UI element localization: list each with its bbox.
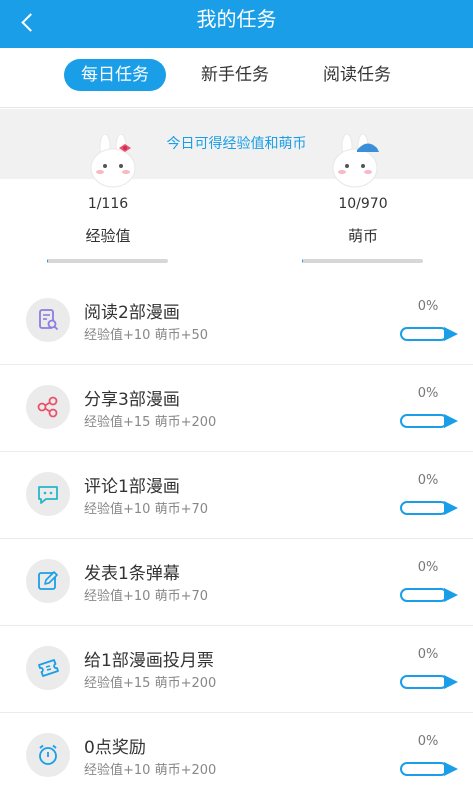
tab-reading-tasks[interactable]: 阅读任务 — [308, 59, 406, 91]
daily-summary: 今日可得经验值和萌币 1/116 经验值 10/970 萌币 — [0, 109, 473, 269]
comment-icon — [26, 472, 70, 516]
arrow-right-icon — [444, 675, 458, 689]
task-reward: 经验值+15 萌币+200 — [84, 415, 217, 430]
document-search-icon — [26, 298, 70, 342]
task-title: 发表1条弹幕 — [84, 564, 180, 584]
task-item-share-comics[interactable]: 分享3部漫画 经验值+15 萌币+200 0% — [0, 365, 473, 452]
task-progress-track — [400, 762, 448, 776]
task-progress-bar[interactable] — [400, 414, 460, 428]
coins-progress-bar — [302, 259, 423, 263]
task-item-comment-comic[interactable]: 评论1部漫画 经验值+10 萌币+70 0% — [0, 452, 473, 539]
task-progress-bar[interactable] — [400, 762, 460, 776]
coins-label: 萌币 — [347, 227, 378, 245]
task-percent: 0% — [417, 473, 439, 488]
tab-newbie-tasks[interactable]: 新手任务 — [186, 59, 284, 91]
task-progress-track — [400, 501, 448, 515]
arrow-right-icon — [444, 414, 458, 428]
task-percent: 0% — [417, 560, 439, 575]
task-item-post-danmaku[interactable]: 发表1条弹幕 经验值+10 萌币+70 0% — [0, 539, 473, 626]
summary-note: 今日可得经验值和萌币 — [166, 136, 307, 152]
task-progress-track — [400, 675, 448, 689]
task-title: 评论1部漫画 — [84, 477, 180, 497]
ticket-icon — [26, 646, 70, 690]
page-title: 我的任务 — [196, 7, 277, 31]
task-tabs: 每日任务 新手任务 阅读任务 — [0, 48, 473, 108]
share-icon — [26, 385, 70, 429]
arrow-right-icon — [444, 762, 458, 776]
experience-value: 1/116 — [87, 196, 129, 212]
tab-daily-tasks[interactable]: 每日任务 — [64, 59, 166, 91]
task-percent: 0% — [417, 734, 439, 749]
experience-label: 经验值 — [85, 227, 131, 245]
task-percent: 0% — [417, 299, 439, 314]
arrow-right-icon — [444, 501, 458, 515]
task-list: 阅读2部漫画 经验值+10 萌币+50 0% 分享3部漫画 经验值+15 萌币+… — [0, 278, 473, 794]
coins-progress-fill — [302, 259, 304, 263]
task-title: 分享3部漫画 — [84, 390, 180, 410]
task-item-monthly-vote[interactable]: 给1部漫画投月票 经验值+15 萌币+200 0% — [0, 626, 473, 713]
task-progress-track — [400, 414, 448, 428]
task-progress-bar[interactable] — [400, 501, 460, 515]
coins-value: 10/970 — [338, 196, 388, 212]
arrow-right-icon — [444, 588, 458, 602]
edit-icon — [26, 559, 70, 603]
task-reward: 经验值+10 萌币+70 — [84, 589, 209, 604]
task-reward: 经验值+10 萌币+200 — [84, 763, 217, 778]
task-progress-bar[interactable] — [400, 327, 460, 341]
arrow-right-icon — [444, 327, 458, 341]
app-header: 我的任务 — [0, 0, 473, 48]
task-item-midnight-reward[interactable]: 0点奖励 经验值+10 萌币+200 0% — [0, 713, 473, 794]
task-title: 给1部漫画投月票 — [84, 651, 214, 671]
task-reward: 经验值+10 萌币+50 — [84, 328, 209, 343]
task-progress-bar[interactable] — [400, 675, 460, 689]
task-percent: 0% — [417, 647, 439, 662]
task-percent: 0% — [417, 386, 439, 401]
alarm-clock-icon — [26, 733, 70, 777]
experience-progress-bar — [47, 259, 168, 263]
task-progress-track — [400, 588, 448, 602]
task-title: 阅读2部漫画 — [84, 303, 180, 323]
task-reward: 经验值+15 萌币+200 — [84, 676, 217, 691]
task-item-read-comics[interactable]: 阅读2部漫画 经验值+10 萌币+50 0% — [0, 278, 473, 365]
experience-progress-fill — [47, 259, 49, 263]
task-reward: 经验值+10 萌币+70 — [84, 502, 209, 517]
bunny-mascot-blue-cap-icon — [332, 134, 379, 188]
bunny-mascot-pink-bow-icon — [90, 134, 136, 188]
task-progress-track — [400, 327, 448, 341]
task-progress-bar[interactable] — [400, 588, 460, 602]
task-title: 0点奖励 — [84, 738, 146, 758]
